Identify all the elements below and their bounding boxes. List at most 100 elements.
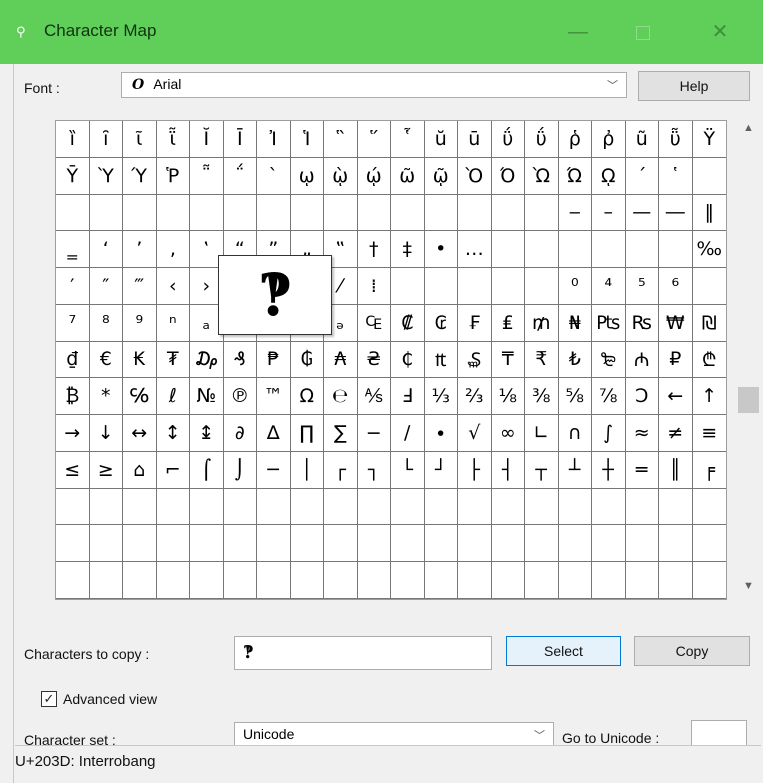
- character-cell[interactable]: •: [424, 231, 458, 269]
- character-cell[interactable]: ⅓: [424, 378, 458, 416]
- character-cell[interactable]: ┘: [424, 451, 458, 489]
- character-cell[interactable]: –: [592, 194, 626, 232]
- character-cell[interactable]: ₽: [659, 341, 693, 379]
- character-cell[interactable]: ₤: [491, 304, 525, 342]
- character-cell[interactable]: ₮: [156, 341, 190, 379]
- character-cell[interactable]: [190, 488, 224, 526]
- character-cell[interactable]: ῳ: [290, 157, 324, 195]
- character-cell[interactable]: [458, 194, 492, 232]
- character-cell[interactable]: ∕: [391, 415, 425, 452]
- character-cell[interactable]: [89, 194, 123, 232]
- character-cell[interactable]: ₪: [692, 305, 726, 342]
- character-cell[interactable]: ⅜: [525, 378, 559, 416]
- character-cell[interactable]: ℅: [123, 378, 157, 416]
- character-cell[interactable]: ₳: [324, 341, 358, 379]
- scroll-down-arrow-icon[interactable]: ▼: [736, 580, 761, 600]
- character-cell[interactable]: ―: [659, 194, 693, 232]
- character-cell[interactable]: ┼: [592, 451, 626, 489]
- character-cell[interactable]: [156, 525, 190, 563]
- character-cell[interactable]: [290, 525, 324, 563]
- character-cell[interactable]: [357, 525, 391, 563]
- character-cell[interactable]: ₱: [257, 341, 291, 379]
- character-cell[interactable]: └: [391, 451, 425, 489]
- character-cell[interactable]: ┴: [558, 451, 592, 489]
- character-cell[interactable]: ȉ: [56, 121, 90, 158]
- character-cell[interactable]: [156, 488, 190, 526]
- character-cell[interactable]: ῗ: [156, 121, 190, 158]
- character-cell[interactable]: ⌂: [123, 451, 157, 489]
- character-cell[interactable]: [424, 268, 458, 305]
- character-cell[interactable]: ⁸: [89, 304, 123, 342]
- copy-button[interactable]: Copy: [634, 636, 750, 666]
- character-cell[interactable]: [190, 562, 224, 599]
- character-cell[interactable]: ῲ: [324, 157, 358, 195]
- character-cell[interactable]: ™: [257, 378, 291, 416]
- character-cell[interactable]: ∫: [592, 415, 626, 452]
- character-cell[interactable]: ₦: [558, 304, 592, 342]
- select-button[interactable]: Select: [506, 636, 621, 666]
- character-cell[interactable]: ῼ: [592, 157, 626, 195]
- help-button[interactable]: Help: [638, 71, 750, 101]
- character-cell[interactable]: [391, 268, 425, 305]
- character-cell[interactable]: ├: [458, 451, 492, 489]
- character-cell[interactable]: [558, 231, 592, 269]
- character-cell[interactable]: ῞: [357, 121, 391, 158]
- character-cell[interactable]: Ῥ: [156, 157, 190, 195]
- character-cell[interactable]: ₥: [525, 304, 559, 342]
- character-cell[interactable]: [223, 488, 257, 526]
- character-cell[interactable]: [89, 488, 123, 526]
- character-cell[interactable]: ȋ: [89, 121, 123, 158]
- font-dropdown[interactable]: O Arial ﹀: [121, 72, 627, 98]
- character-cell[interactable]: ῷ: [424, 157, 458, 195]
- character-cell[interactable]: [357, 194, 391, 232]
- character-cell[interactable]: ΰ: [525, 121, 559, 158]
- character-cell[interactable]: [223, 562, 257, 599]
- character-cell[interactable]: [357, 562, 391, 599]
- character-cell[interactable]: [692, 268, 726, 305]
- character-cell[interactable]: Ό: [491, 157, 525, 195]
- character-cell[interactable]: …: [458, 231, 492, 269]
- character-cell[interactable]: [592, 562, 626, 599]
- character-cell[interactable]: ≠: [659, 415, 693, 452]
- character-cell[interactable]: ⁶: [659, 268, 693, 305]
- character-cell[interactable]: ┐: [357, 451, 391, 489]
- character-cell[interactable]: ∟: [525, 415, 559, 452]
- character-cell[interactable]: Ύ: [123, 157, 157, 195]
- character-cell[interactable]: ∞: [491, 415, 525, 452]
- character-cell[interactable]: −: [357, 415, 391, 452]
- character-cell[interactable]: ₡: [391, 304, 425, 342]
- character-cell[interactable]: ↔: [123, 415, 157, 452]
- character-cell[interactable]: [525, 488, 559, 526]
- character-cell[interactable]: ∑: [324, 415, 358, 452]
- maximize-button[interactable]: [620, 14, 666, 50]
- character-cell[interactable]: ₾: [692, 342, 726, 379]
- character-cell[interactable]: [458, 562, 492, 599]
- character-cell[interactable]: [558, 562, 592, 599]
- character-cell[interactable]: ₰: [223, 341, 257, 379]
- character-cell[interactable]: [592, 231, 626, 269]
- scroll-up-arrow-icon[interactable]: ▲: [736, 122, 761, 142]
- character-cell[interactable]: ₣: [458, 304, 492, 342]
- character-cell[interactable]: Ω: [290, 378, 324, 416]
- character-cell[interactable]: `: [257, 157, 291, 195]
- character-cell[interactable]: ₲: [290, 341, 324, 379]
- character-cell[interactable]: ║: [659, 451, 693, 489]
- character-cell[interactable]: ‖: [692, 195, 726, 232]
- character-cell[interactable]: Ĭ: [190, 121, 224, 158]
- character-cell[interactable]: ‡: [391, 231, 425, 269]
- character-cell[interactable]: [257, 194, 291, 232]
- character-cell[interactable]: ≤: [56, 451, 90, 489]
- character-cell[interactable]: ₧: [592, 304, 626, 342]
- character-cell[interactable]: ₵: [391, 341, 425, 379]
- character-cell[interactable]: [56, 562, 90, 599]
- character-cell[interactable]: ∂: [223, 415, 257, 452]
- character-cell[interactable]: Ÿ: [692, 121, 726, 158]
- character-cell[interactable]: ⁵: [625, 268, 659, 305]
- character-cell[interactable]: [558, 488, 592, 526]
- characters-to-copy-input[interactable]: ‽: [234, 636, 492, 670]
- character-cell[interactable]: [190, 194, 224, 232]
- character-cell[interactable]: ‚: [156, 231, 190, 269]
- character-cell[interactable]: [424, 488, 458, 526]
- character-cell[interactable]: [625, 562, 659, 599]
- character-cell[interactable]: ⅔: [458, 378, 492, 416]
